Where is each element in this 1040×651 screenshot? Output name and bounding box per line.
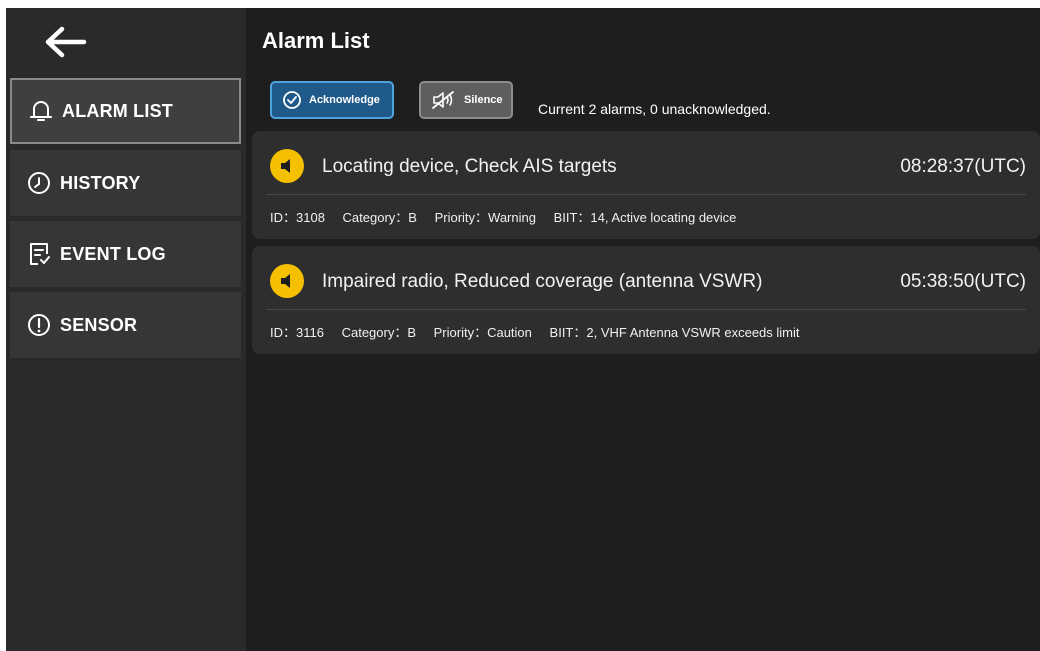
alarm-id: ID：3116 [270,325,324,340]
alarm-title: Locating device, Check AIS targets [322,156,617,177]
arrow-left-icon [45,26,87,58]
clock-icon [26,170,52,196]
alarm-title: Impaired radio, Reduced coverage (antenn… [322,271,763,292]
document-check-icon [26,241,52,267]
sidebar: ALARM LIST HISTORY EVENT LOG SENSOR [6,8,246,651]
alarm-status-text: Current 2 alarms, 0 unacknowledged. [538,101,771,117]
sidebar-item-history[interactable]: HISTORY [10,150,241,216]
sidebar-item-label: EVENT LOG [60,243,166,264]
sidebar-item-label: SENSOR [60,314,138,335]
alarm-biit: BIIT：14, Active locating device [553,210,737,225]
alarm-category: Category：B [342,210,417,225]
alarm-toolbar: Acknowledge Silence Current 2 alarms, 0 … [270,81,1030,121]
sidebar-item-alarm-list[interactable]: ALARM LIST [10,78,241,144]
alarm-biit: BIIT：2, VHF Antenna VSWR exceeds limit [549,325,800,340]
acknowledge-label: Acknowledge [309,94,380,106]
sidebar-item-sensor[interactable]: SENSOR [10,292,241,358]
check-circle-icon [282,90,302,110]
speaker-icon [270,149,304,183]
sidebar-item-label: HISTORY [60,172,141,193]
alarm-id: ID：3108 [270,210,325,225]
page-title: Alarm List [262,28,370,53]
sidebar-item-label: ALARM LIST [62,100,173,121]
speaker-icon [270,264,304,298]
alarm-priority: Priority：Caution [433,325,532,340]
sidebar-item-event-log[interactable]: EVENT LOG [10,221,241,287]
silence-label: Silence [464,94,503,106]
exclamation-circle-icon [26,312,52,338]
alarm-card[interactable]: Locating device, Check AIS targets 08:28… [252,131,1040,239]
alarm-time: 08:28:37(UTC) [900,156,1026,177]
acknowledge-button[interactable]: Acknowledge [270,81,394,119]
alarm-details: ID：3116 Category：B Priority：Caution BIIT… [252,310,1040,354]
alarm-details: ID：3108 Category：B Priority：Warning BIIT… [252,195,1040,239]
alarm-card[interactable]: Impaired radio, Reduced coverage (antenn… [252,246,1040,354]
alarm-category: Category：B [341,325,417,340]
alarm-screen: ALARM LIST HISTORY EVENT LOG SENSOR Alar… [6,8,1040,651]
alarm-priority: Priority：Warning [434,210,536,225]
speaker-muted-icon [431,90,457,110]
bell-icon [28,98,54,124]
alarm-time: 05:38:50(UTC) [900,271,1026,292]
back-button[interactable] [36,20,96,64]
silence-button[interactable]: Silence [419,81,513,119]
